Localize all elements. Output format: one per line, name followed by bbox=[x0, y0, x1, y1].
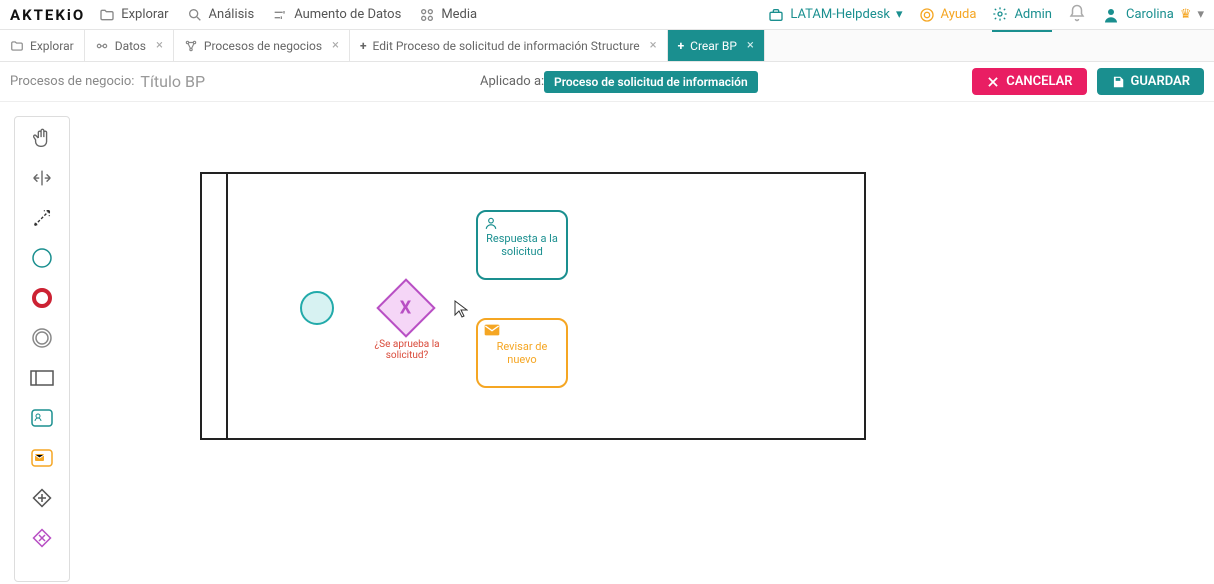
folder-icon bbox=[10, 39, 24, 53]
bidir-arrows-icon bbox=[31, 167, 53, 189]
nav-help[interactable]: Ayuda bbox=[919, 7, 977, 23]
space-tool[interactable] bbox=[29, 165, 55, 191]
palette-user-task[interactable] bbox=[29, 405, 55, 431]
notifications-button[interactable] bbox=[1068, 4, 1086, 26]
close-icon[interactable]: × bbox=[650, 38, 657, 53]
diamond-plus-icon bbox=[31, 487, 53, 509]
cancel-button[interactable]: CANCELAR bbox=[972, 68, 1086, 95]
tab-processes[interactable]: Procesos de negocios × bbox=[174, 30, 350, 61]
media-icon bbox=[419, 7, 435, 23]
nav-help-label: Ayuda bbox=[941, 7, 977, 22]
bpmn-pool[interactable]: X ¿Se aprueba la solicitud? Respuesta a … bbox=[200, 172, 866, 440]
user-icon bbox=[484, 216, 498, 230]
nav-augment[interactable]: Aumento de Datos bbox=[272, 7, 401, 23]
user-icon bbox=[1102, 6, 1120, 24]
task-label: Revisar de nuevo bbox=[482, 340, 562, 366]
tab-label: Procesos de negocios bbox=[204, 39, 322, 53]
nav-explore-label: Explorar bbox=[121, 7, 168, 22]
palette-parallel-gateway[interactable] bbox=[29, 485, 55, 511]
tab-create-bp[interactable]: + Crear BP × bbox=[668, 30, 765, 61]
tab-edit-structure[interactable]: + Edit Proceso de solicitud de informaci… bbox=[350, 30, 668, 61]
user-menu[interactable]: Carolina ♛ ▾ bbox=[1102, 6, 1204, 24]
applied-to-label: Aplicado a: bbox=[480, 74, 544, 89]
mail-task-icon bbox=[31, 449, 53, 467]
bpmn-canvas[interactable]: X ¿Se aprueba la solicitud? Respuesta a … bbox=[70, 102, 1214, 582]
crown-icon: ♛ bbox=[1180, 7, 1192, 22]
link-icon bbox=[95, 39, 109, 53]
chevron-down-icon: ▾ bbox=[896, 7, 903, 22]
folder-icon bbox=[99, 7, 115, 23]
cursor-icon bbox=[454, 300, 468, 318]
palette-exclusive-gateway[interactable] bbox=[29, 525, 55, 551]
hand-icon bbox=[31, 127, 53, 149]
brand-logo[interactable]: AKTEKiO bbox=[10, 6, 85, 24]
diamond-x-icon bbox=[31, 527, 53, 549]
tab-label: Crear BP bbox=[690, 39, 737, 53]
tab-label: Datos bbox=[115, 39, 146, 53]
pool-header[interactable] bbox=[202, 174, 228, 438]
workspace-selector[interactable]: LATAM-Helpdesk ▾ bbox=[768, 7, 902, 23]
nav-analysis[interactable]: Análisis bbox=[187, 7, 255, 23]
hand-tool[interactable] bbox=[29, 125, 55, 151]
close-icon[interactable]: × bbox=[332, 38, 339, 53]
palette-start-event[interactable] bbox=[29, 245, 55, 271]
nav-media[interactable]: Media bbox=[419, 7, 477, 23]
tab-label: Explorar bbox=[30, 39, 74, 53]
palette-mail-task[interactable] bbox=[29, 445, 55, 471]
save-button[interactable]: GUARDAR bbox=[1097, 68, 1204, 95]
palette-pool[interactable] bbox=[29, 365, 55, 391]
search-icon bbox=[187, 7, 203, 23]
workspace-name: LATAM-Helpdesk bbox=[790, 7, 890, 22]
user-task-icon bbox=[31, 409, 53, 427]
plus-icon: + bbox=[678, 39, 685, 53]
gateway-label[interactable]: ¿Se aprueba la solicitud? bbox=[367, 339, 447, 361]
lifebuoy-icon bbox=[919, 7, 935, 23]
mail-task-node[interactable]: Revisar de nuevo bbox=[476, 318, 568, 388]
circle-bold-icon bbox=[31, 287, 53, 309]
nav-augment-label: Aumento de Datos bbox=[294, 7, 401, 22]
nav-media-label: Media bbox=[441, 7, 477, 22]
close-icon[interactable]: × bbox=[156, 38, 163, 53]
close-icon bbox=[986, 75, 1000, 89]
save-icon bbox=[1111, 75, 1125, 89]
mail-icon bbox=[484, 324, 500, 336]
gear-icon bbox=[992, 6, 1008, 22]
task-label: Respuesta a la solicitud bbox=[482, 232, 562, 258]
tab-label: Edit Proceso de solicitud de información… bbox=[373, 39, 640, 53]
nav-explore[interactable]: Explorar bbox=[99, 7, 168, 23]
bpmn-palette bbox=[14, 116, 70, 582]
pool-icon bbox=[30, 370, 54, 386]
start-event-node[interactable] bbox=[300, 291, 334, 325]
cancel-button-label: CANCELAR bbox=[1006, 74, 1072, 89]
save-button-label: GUARDAR bbox=[1131, 74, 1190, 89]
circle-thin-icon bbox=[31, 247, 53, 269]
circle-double-icon bbox=[31, 327, 53, 349]
palette-intermediate-event[interactable] bbox=[29, 325, 55, 351]
tab-data[interactable]: Datos × bbox=[85, 30, 174, 61]
connect-tool[interactable] bbox=[29, 205, 55, 231]
nav-admin[interactable]: Admin bbox=[992, 6, 1052, 32]
gateway-x-icon: X bbox=[400, 298, 411, 319]
sliders-icon bbox=[272, 7, 288, 23]
bell-icon bbox=[1068, 4, 1086, 22]
user-task-node[interactable]: Respuesta a la solicitud bbox=[476, 210, 568, 280]
breadcrumb: Procesos de negocio: bbox=[10, 74, 134, 89]
exclusive-gateway-node[interactable]: X bbox=[376, 278, 435, 337]
user-name: Carolina bbox=[1126, 7, 1174, 22]
nav-admin-label: Admin bbox=[1014, 7, 1052, 22]
tab-explore[interactable]: Explorar bbox=[0, 30, 85, 61]
briefcase-icon bbox=[768, 7, 784, 23]
close-icon[interactable]: × bbox=[747, 38, 754, 53]
bp-title-input[interactable]: Título BP bbox=[140, 72, 205, 91]
process-icon bbox=[184, 39, 198, 53]
nav-analysis-label: Análisis bbox=[209, 7, 255, 22]
applied-to-badge[interactable]: Proceso de solicitud de información bbox=[544, 71, 758, 93]
palette-end-event[interactable] bbox=[29, 285, 55, 311]
plus-icon: + bbox=[360, 39, 367, 53]
chevron-down-icon: ▾ bbox=[1197, 7, 1204, 22]
connect-arrow-icon bbox=[31, 207, 53, 229]
